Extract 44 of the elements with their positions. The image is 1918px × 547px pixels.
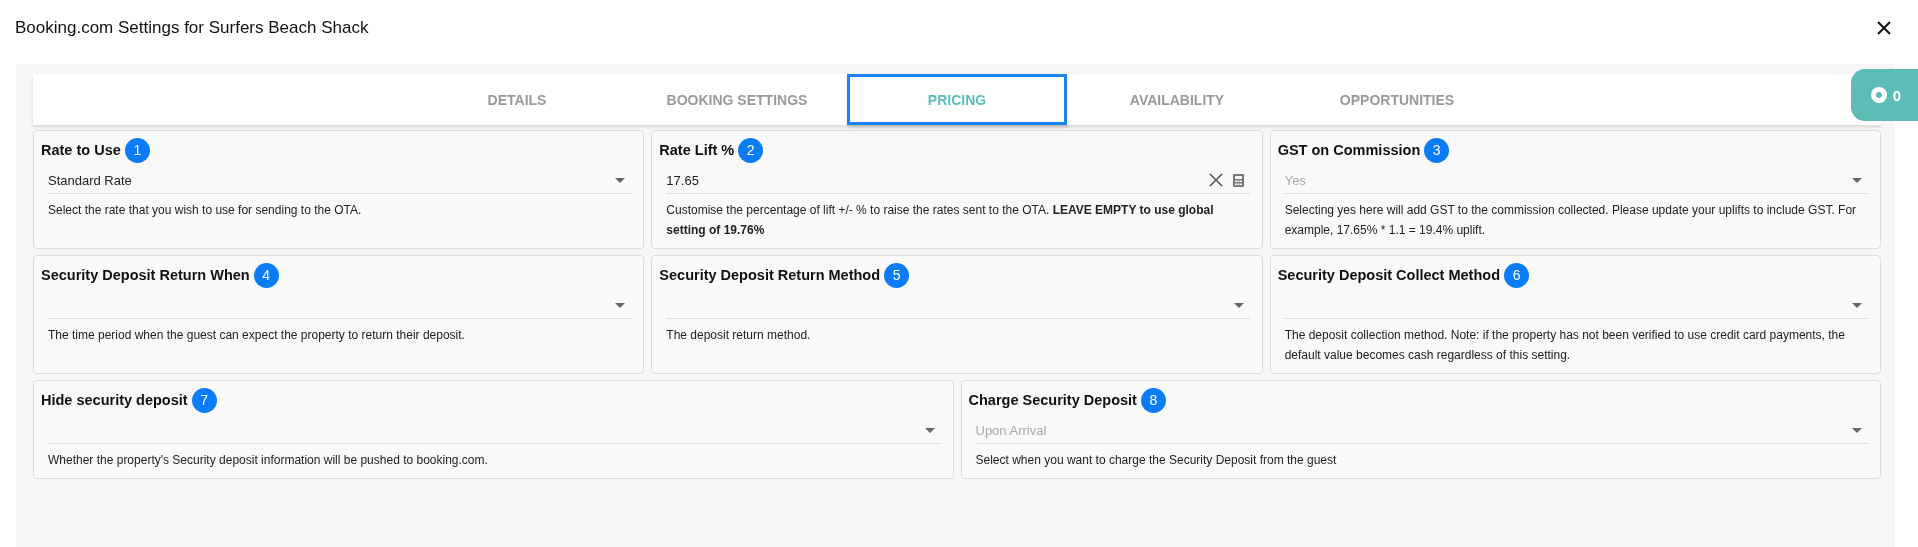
field-label: Security Deposit Return Method [659,267,881,283]
dropdown-caret-icon [1852,177,1862,183]
clear-icon[interactable] [1208,173,1223,187]
ring-icon [1870,87,1887,103]
field-label: Security Deposit Return When [41,267,250,283]
window-title: Booking.com Settings for Surfers Beach Shack [15,18,369,38]
help-text: Select when you want to charge the Security Deposit from the guest [975,452,1338,469]
help-text: Whether the property's Security deposit information will be pushed to booking.com. [48,452,489,469]
calculator-icon[interactable] [1232,173,1244,187]
step-badge: 8 [1140,387,1166,413]
tab[interactable]: OPPORTUNITIES [1287,74,1507,125]
help-text: Customise the percentage of lift +/- % to raise the rates sent to the OTA. LEAVE EMPTY to use global setting of 19.76% [666,202,1215,239]
help-text: The time period when the guest can expect the property to return their deposit. [48,327,466,344]
dropdown-caret-icon [924,427,935,433]
step-badge: 1 [124,137,150,163]
field-label: Rate to Use [41,142,121,158]
step-badge: 7 [191,387,217,413]
tab[interactable]: PRICING [847,74,1067,125]
tab[interactable]: AVAILABILITY [1067,74,1287,125]
step-badge: 2 [738,137,764,163]
dropdown-caret-icon [615,177,626,183]
step-badge: 5 [884,262,910,288]
tab[interactable]: BOOKING SETTINGS [627,74,847,125]
help-text: Selecting yes here will add GST to the commission collected. Please update your uplifts to include GST. For example, 17.65% * 1.1 = 19.4% uplift. [1284,202,1858,239]
help-text: The deposit collection method. Note: if the property has not been verified to use credit card payments, the default value becomes cash regardless of this setting. [1284,327,1846,364]
help-text: Select the rate that you wish to use for sending to the OTA. [48,202,363,219]
field-label: Hide security deposit [41,392,188,408]
dropdown-caret-icon [1233,302,1244,308]
step-badge: 4 [253,262,279,288]
help-text: The deposit return method. [666,327,812,344]
step-badge: 3 [1424,137,1450,163]
input-field[interactable]: 17.65 [666,167,1250,194]
tab[interactable]: DETAILS [407,74,627,125]
field-label: GST on Commission [1277,142,1421,158]
field-label: Charge Security Deposit [968,392,1137,408]
counter-badge[interactable]: 0 [1851,69,1918,121]
dropdown-caret-icon [1852,427,1862,433]
field-label: Security Deposit Collect Method [1277,267,1501,283]
step-badge: 6 [1504,262,1530,288]
field-label: Rate Lift % [659,142,735,158]
dropdown-caret-icon [1852,302,1862,308]
dropdown-caret-icon [615,302,626,308]
close-icon [1877,21,1891,35]
dropdown-field[interactable]: Standard Rate [48,167,632,194]
